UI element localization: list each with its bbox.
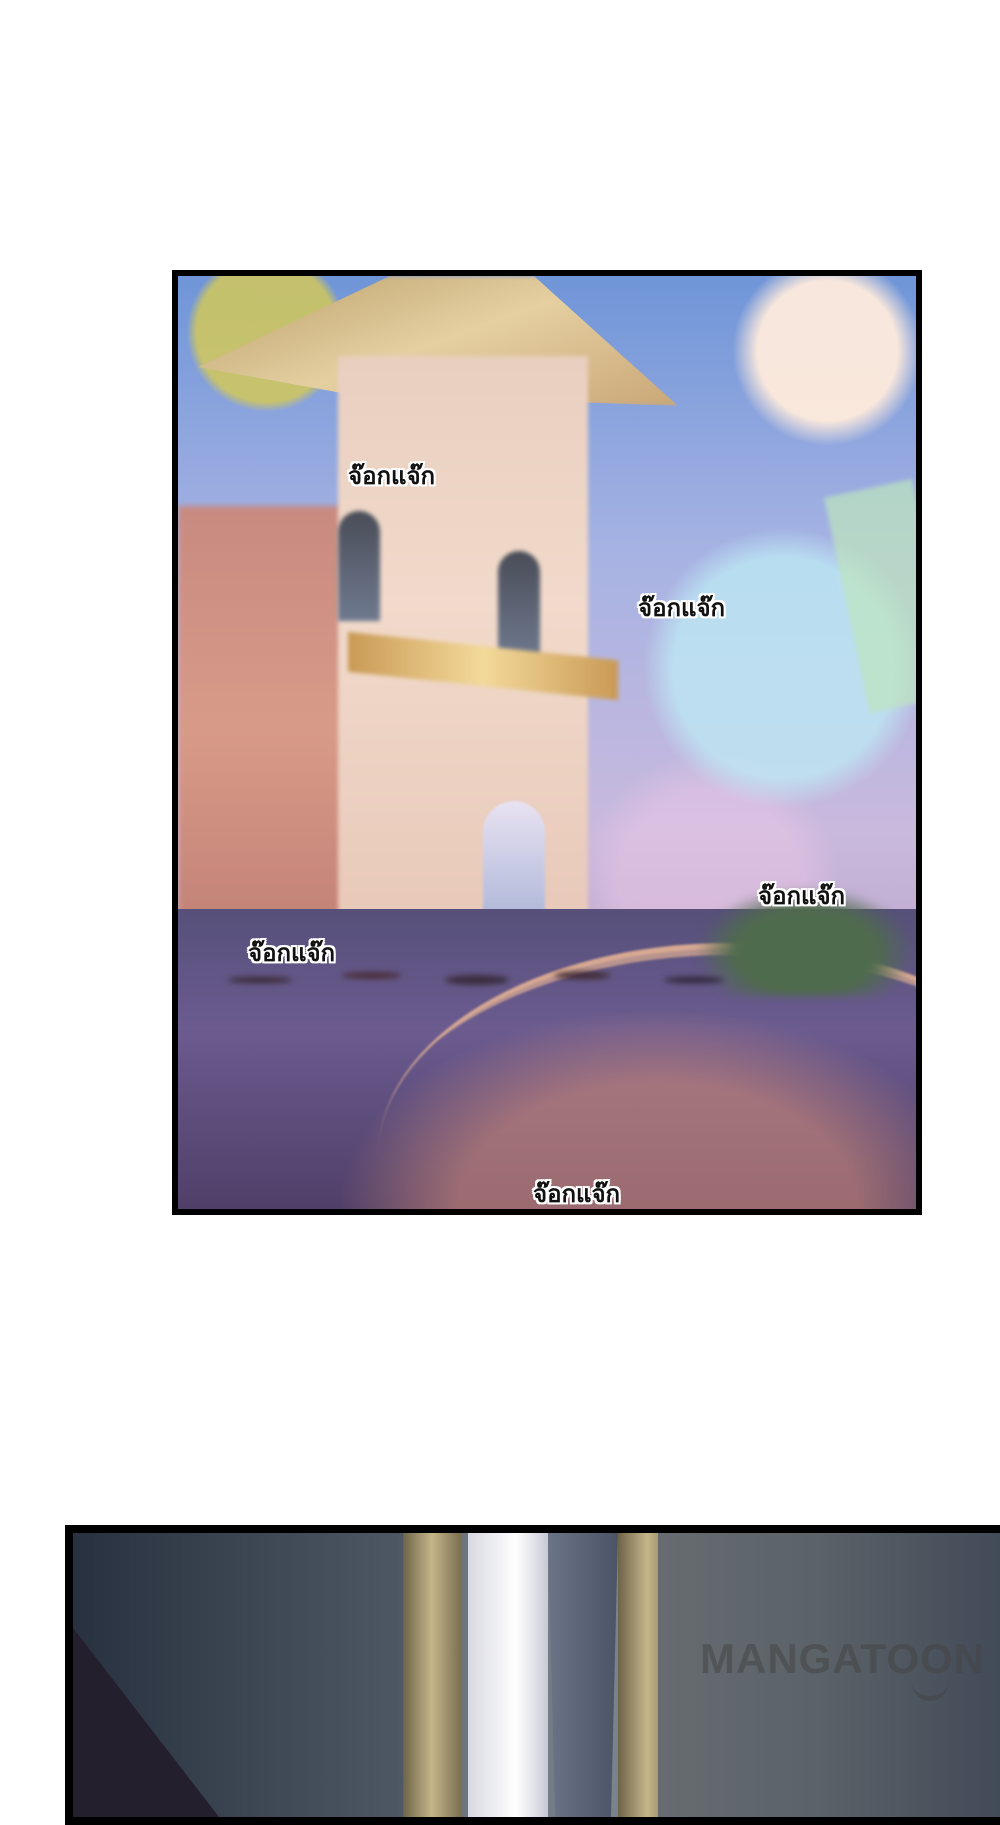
sound-effect-text: จ๊อกแจ๊ก bbox=[248, 939, 336, 967]
tower-window bbox=[498, 551, 540, 661]
bright-doorway bbox=[468, 1533, 548, 1817]
tower-archway bbox=[483, 801, 545, 921]
sound-effect-text: จ๊อกแจ๊ก bbox=[638, 594, 726, 622]
tower-window bbox=[338, 511, 380, 621]
sound-effect-text: จ๊อกแจ๊ก bbox=[348, 462, 436, 490]
door-frame-post bbox=[403, 1533, 461, 1817]
sound-effect-text: จ๊อกแจ๊ก bbox=[533, 1180, 621, 1208]
mangatoon-watermark: MANGATOON bbox=[700, 1635, 986, 1682]
sound-effect-text: จ๊อกแจ๊ก bbox=[758, 882, 846, 910]
palace-panel: จ๊อกแจ๊ก จ๊อกแจ๊ก จ๊อกแจ๊ก จ๊อกแจ๊ก จ๊อก… bbox=[172, 270, 922, 1215]
figure-silhouette bbox=[548, 1533, 618, 1817]
